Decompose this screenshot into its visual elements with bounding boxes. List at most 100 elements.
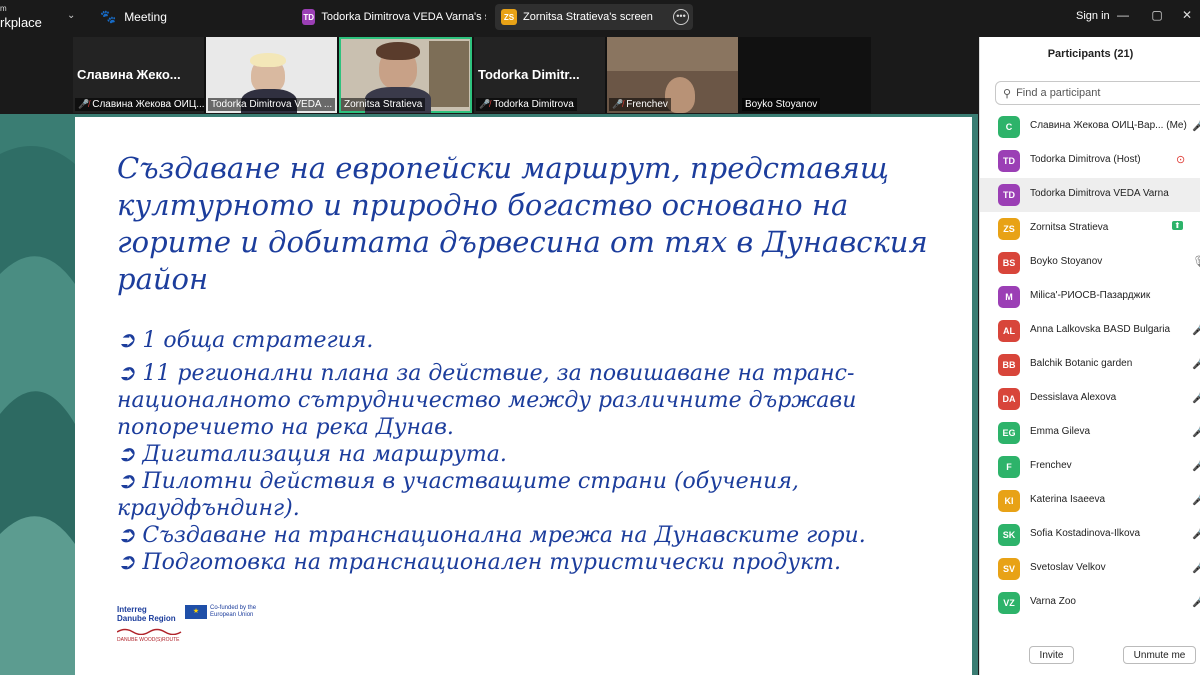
danube-region-text: Danube Region [117, 614, 176, 623]
wave-mark [116, 628, 182, 636]
participant-avatar: KI [998, 490, 1020, 512]
mic-muted-icon: 🎤̸ [1192, 392, 1200, 404]
participant-avatar: VZ [998, 592, 1020, 614]
participant-row[interactable]: SK Sofia Kostadinova-Ilkova 🎤̸ [980, 518, 1200, 552]
tile-label: Boyko Stoyanov [742, 98, 821, 111]
sign-in-link[interactable]: Sign in [1076, 10, 1110, 22]
participant-name: Zornitsa Stratieva [1030, 222, 1109, 233]
slide-bullet: ➲ Подготовка на транснационален туристич… [117, 550, 842, 575]
participant-row[interactable]: ZS Zornitsa Stratieva ⬆ [980, 212, 1200, 246]
unmute-me-button[interactable]: Unmute me [1123, 646, 1196, 664]
participant-row[interactable]: AL Anna Lalkovska BASD Bulgaria 🎤̸ [980, 314, 1200, 348]
more-options-icon[interactable]: ••• [673, 9, 689, 25]
participant-name: Balchik Botanic garden [1030, 358, 1133, 369]
participant-row[interactable]: KI Katerina Isaeeva 🎤̸ [980, 484, 1200, 518]
participant-avatar: BS [998, 252, 1020, 274]
tab-td-screen[interactable]: TD Todorka Dimitrova VEDA Varna's screen [296, 4, 492, 30]
close-icon[interactable]: ✕ [1180, 8, 1194, 22]
participant-avatar: SV [998, 558, 1020, 580]
tile-label: 🎤̸ Frenchev [609, 98, 671, 111]
eu-flag-icon: ★ [185, 605, 207, 619]
video-tile-active-speaker[interactable]: Zornitsa Stratieva [339, 37, 472, 113]
participant-name: Anna Lalkovska BASD Bulgaria [1030, 324, 1171, 335]
participant-row[interactable]: SV Svetoslav Velkov 🎤̸ [980, 552, 1200, 586]
participant-name: Dessislava Alexova [1030, 392, 1117, 403]
participant-name: Boyko Stoyanov [1030, 256, 1103, 267]
search-icon: ⚲ [1003, 87, 1012, 100]
video-tile[interactable]: Boyko Stoyanov [740, 37, 871, 113]
participant-search-input[interactable]: ⚲ Find a participant [995, 81, 1200, 105]
paw-icon: 🐾 [100, 9, 117, 24]
slide-bullet: ➲ Пилотни действия в участващите страни … [117, 469, 799, 521]
participant-name: Славина Жекова ОИЦ-Вар... (Me) [1030, 120, 1187, 131]
presentation-slide: Създаване на европейски маршрут, предста… [75, 117, 972, 675]
participant-avatar: EG [998, 422, 1020, 444]
participant-row[interactable]: EG Emma Gileva 🎤̸ [980, 416, 1200, 450]
participant-row[interactable]: VZ Varna Zoo 🎤̸ [980, 586, 1200, 620]
participant-list: C Славина Жекова ОИЦ-Вар... (Me) 🎤̸ TD Todor… [980, 110, 1200, 632]
mic-muted-icon: 🎤̸ [1192, 324, 1200, 336]
participant-avatar: TD [998, 150, 1020, 172]
participant-row[interactable]: M Milica'-РИОСВ-Пазарджик [980, 280, 1200, 314]
bookshelf [429, 41, 469, 107]
chevron-down-icon[interactable]: ⌄ [67, 10, 79, 22]
participant-row[interactable]: BB Balchik Botanic garden 🎤̸ [980, 348, 1200, 382]
meeting-label: Meeting [124, 10, 167, 24]
mic-muted-icon: 🎤̸ [479, 99, 491, 109]
tile-label-text: Todorka Dimitrova [493, 99, 574, 110]
participants-title: Participants (21) [1047, 48, 1134, 60]
brand-name: rkplace [0, 15, 42, 30]
participant-row[interactable]: C Славина Жекова ОИЦ-Вар... (Me) 🎤̸ [980, 110, 1200, 144]
participant-name: Todorka Dimitrova (Host) [1030, 154, 1141, 165]
participant-avatar: M [998, 286, 1020, 308]
tile-name: Славина Жеко... [77, 67, 181, 82]
tile-label: 🎤̸ Славина Жекова ОИЦ... [75, 98, 204, 111]
slide-bullet: ➲ Създаване на транснационална мрежа на … [117, 523, 866, 548]
participant-name: Emma Gileva [1030, 426, 1091, 437]
video-strip: Славина Жеко... 🎤̸ Славина Жекова ОИЦ... … [73, 37, 871, 113]
tab-avatar: ZS [501, 9, 517, 25]
participant-avatar: AL [998, 320, 1020, 342]
participant-row[interactable]: DA Dessislava Alexova 🎤̸ [980, 382, 1200, 416]
tile-label: Todorka Dimitrova VEDA ... [208, 98, 336, 111]
tab-zs-screen[interactable]: ZS Zornitsa Stratieva's screen ••• [495, 4, 693, 30]
mic-muted-icon: 🎤̸ [1192, 426, 1200, 438]
mic-muted-icon: 🎤̸ [1192, 120, 1200, 132]
slide-bullet: ➲ 11 регионални плана за действие, за по… [117, 361, 857, 440]
mic-muted-icon: 🎤̸ [78, 99, 90, 109]
participant-avatar: F [998, 456, 1020, 478]
video-tile[interactable]: Todorka Dimitrova VEDA ... [206, 37, 337, 113]
meeting-tab[interactable]: 🐾 Meeting [100, 9, 167, 25]
participant-row[interactable]: TD Todorka Dimitrova (Host) ⊙ [980, 144, 1200, 178]
tile-label: 🎤̸ Todorka Dimitrova [476, 98, 577, 111]
tile-label-text: Славина Жекова ОИЦ... [92, 99, 204, 110]
slide-bullet: ➲ Дигитализация на маршрута. [117, 442, 507, 467]
slide-title: Създаване на европейски маршрут, предста… [117, 151, 928, 296]
interreg-logo: Interreg Danube Region [117, 605, 176, 623]
video-tile[interactable]: 🎤̸ Frenchev [607, 37, 738, 113]
participant-avatar: ZS [998, 218, 1020, 240]
mic-muted-icon: 🎤̸ [1192, 494, 1200, 506]
participant-name: Frenchev [1030, 460, 1072, 471]
participant-name: Varna Zoo [1030, 596, 1076, 607]
participant-avatar: SK [998, 524, 1020, 546]
tile-label-text: Zornitsa Stratieva [344, 99, 423, 110]
participant-hair [250, 53, 286, 67]
mic-icon: 🎙 [1192, 256, 1200, 268]
participant-hair [376, 42, 420, 60]
participant-row[interactable]: TD Todorka Dimitrova VEDA Varna [980, 178, 1200, 212]
slide-bullet: ➲ 1 обща стратегия. [117, 328, 374, 353]
participant-name: Sofia Kostadinova-Ilkova [1030, 528, 1141, 539]
eu-text: Co-funded by the European Union [210, 605, 257, 618]
invite-button[interactable]: Invite [1029, 646, 1074, 664]
video-tile[interactable]: Todorka Dimitr... 🎤̸ Todorka Dimitrova [474, 37, 605, 113]
top-bar: m rkplace ⌄ 🐾 Meeting TD Todorka Dimitro… [0, 0, 1200, 36]
maximize-icon[interactable]: ▢ [1150, 8, 1164, 22]
participant-row[interactable]: F Frenchev 🎤̸ [980, 450, 1200, 484]
participant-name: Todorka Dimitrova VEDA Varna [1030, 188, 1169, 199]
brand-prefix: m [0, 4, 7, 13]
minimize-icon[interactable]: — [1116, 8, 1130, 22]
mic-muted-icon: 🎤̸ [1192, 596, 1200, 608]
participant-row[interactable]: BS Boyko Stoyanov 🎙 [980, 246, 1200, 280]
video-tile[interactable]: Славина Жеко... 🎤̸ Славина Жекова ОИЦ... [73, 37, 204, 113]
